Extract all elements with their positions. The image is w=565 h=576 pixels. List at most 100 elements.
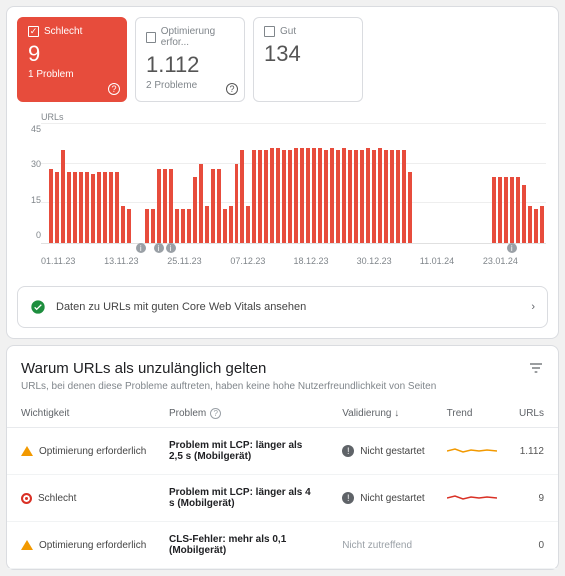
info-marker-icon: i [166,243,176,253]
checkbox-icon [264,26,275,37]
help-icon: ? [210,408,221,419]
exclamation-icon: ! [342,445,354,457]
issues-table: Wichtigkeit Problem? Validierung ↓ Trend… [7,398,558,569]
chart-bar [103,172,107,243]
chart-bars: iiii [41,124,546,244]
checkbox-icon: ✓ [28,26,39,37]
chevron-right-icon: › [531,301,535,313]
card-bad-value: 9 [28,41,116,67]
chart-bar [408,172,412,243]
chart-bar [492,177,496,243]
col-trend[interactable]: Trend [433,398,504,428]
chart-bar [360,150,364,243]
table-row[interactable]: Optimierung erforderlichCLS-Fehler: mehr… [7,522,558,569]
urls-count: 9 [504,475,558,522]
chart-bar [246,206,250,243]
banner-text: Daten zu URLs mit guten Core Web Vitals … [56,301,306,313]
warning-icon [21,446,33,456]
chart-bar [336,150,340,243]
chart-bar [390,150,394,243]
chart-bar [270,148,274,243]
warning-icon [21,540,33,550]
chart-bar [306,148,310,243]
chart-bar [366,148,370,243]
col-urls[interactable]: URLs [504,398,558,428]
chart-bar [300,148,304,243]
chart-bar [115,172,119,243]
chart-bar [223,209,227,243]
chart-bar [264,150,268,243]
checkbox-icon [146,32,156,43]
table-row[interactable]: Optimierung erforderlich Problem mit LCP:… [7,428,558,475]
chart-bar [528,206,532,243]
trend-cell [433,522,504,569]
col-problem[interactable]: Problem? [155,398,328,428]
chart-bar [402,150,406,243]
chart-bar [312,148,316,243]
card-bad[interactable]: ✓ Schlecht 9 1 Problem ? [17,17,127,102]
validation-text: Nicht gestartet [360,493,424,504]
chart-bar [294,148,298,243]
chart-bar [534,209,538,243]
exclamation-icon: ! [342,492,354,504]
chart-bar [121,206,125,243]
info-marker-icon: i [507,243,517,253]
status-cards: ✓ Schlecht 9 1 Problem ? Optimierung erfo… [7,7,558,108]
filter-icon[interactable] [528,360,544,376]
chart-bar [504,177,508,243]
chart-bar [91,174,95,243]
severity-label: Optimierung erforderlich [39,446,146,457]
table-row[interactable]: SchlechtProblem mit LCP: länger als 4 s … [7,475,558,522]
col-severity[interactable]: Wichtigkeit [7,398,155,428]
chart-bar [55,172,59,243]
chart-bar [522,185,526,243]
col-validation[interactable]: Validierung ↓ [328,398,432,428]
card-good-label: Gut [280,26,296,37]
check-circle-icon [30,299,46,315]
chart-yaxis: 4530150 [19,124,41,244]
chart-bar [97,172,101,243]
chart-bar [229,206,233,243]
chart-bar [258,150,262,243]
chart-bar [282,150,286,243]
good-vitals-banner[interactable]: Daten zu URLs mit guten Core Web Vitals … [17,286,548,328]
help-icon[interactable]: ? [108,83,120,95]
chart-bar [145,209,149,243]
chart-bar [252,150,256,243]
chart-bar [240,150,244,243]
card-warn-label: Optimierung erfor... [161,26,234,48]
card-bad-sub: 1 Problem [28,69,116,80]
help-icon[interactable]: ? [226,83,238,95]
chart-bar [211,169,215,243]
issues-panel: Warum URLs als unzulänglich gelten URLs,… [6,345,559,570]
chart-bar [67,172,71,243]
validation-text: Nicht gestartet [360,446,424,457]
chart-bar [175,209,179,243]
chart-bar [348,150,352,243]
card-warn[interactable]: Optimierung erfor... 1.112 2 Probleme ? [135,17,245,102]
issues-subtitle: URLs, bei denen diese Probleme auftreten… [21,381,436,392]
chart-bar [498,177,502,243]
chart-bar [318,148,322,243]
chart-bar [85,172,89,243]
card-bad-label: Schlecht [44,26,82,37]
card-warn-value: 1.112 [146,52,234,78]
chart-bar [127,209,131,243]
chart-xaxis: 01.11.2313.11.2325.11.2307.12.2318.12.23… [41,256,546,266]
chart-bar [372,150,376,243]
urls-count: 1.112 [504,428,558,475]
card-good-value: 134 [264,41,352,67]
chart-bar [181,209,185,243]
error-icon [21,493,32,504]
urls-count: 0 [504,522,558,569]
chart-bar [193,177,197,243]
overview-panel: ✓ Schlecht 9 1 Problem ? Optimierung erfo… [6,6,559,339]
problem-text: Problem mit LCP: länger als 2,5 s (Mobil… [169,440,319,462]
chart-bar [342,148,346,243]
chart-bar: i [510,177,514,243]
chart-bar [187,209,191,243]
validation-text: Nicht zutreffend [342,540,412,551]
chart-bar [396,150,400,243]
chart-area: URLs 4530150 iiii 01.11.2313.11.2325.11.… [7,108,558,276]
card-good[interactable]: Gut 134 [253,17,363,102]
